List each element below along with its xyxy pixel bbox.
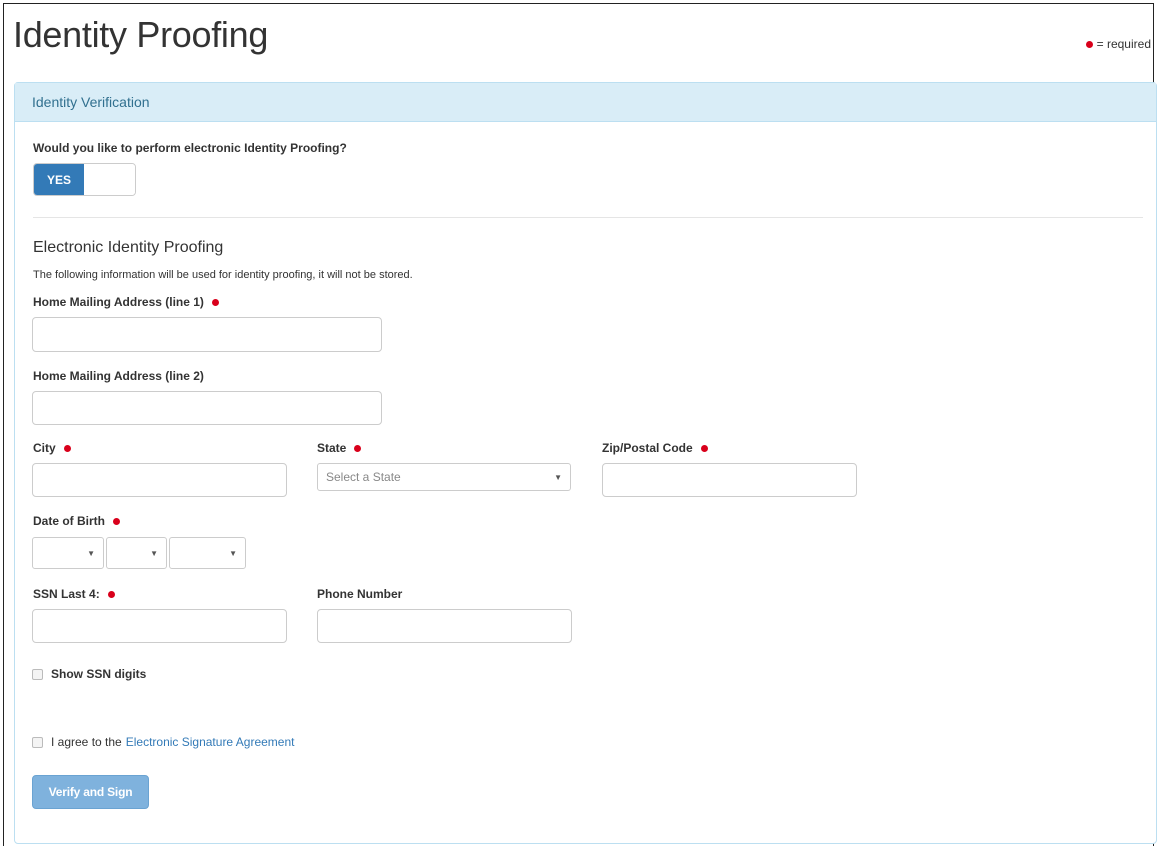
ssn-input[interactable]: [32, 609, 287, 643]
show-ssn-checkbox[interactable]: [32, 668, 43, 680]
state-label-text: State: [317, 441, 347, 455]
required-dot-icon: [700, 444, 708, 452]
identity-verification-panel: Identity Verification Would you like to …: [14, 82, 1157, 844]
phone-label: Phone Number: [317, 587, 402, 601]
dob-label: Date of Birth: [33, 514, 120, 528]
address2-label-text: Home Mailing Address (line 2): [33, 369, 204, 383]
verify-and-sign-button[interactable]: Verify and Sign: [32, 775, 149, 809]
city-label-text: City: [33, 441, 56, 455]
required-dot-icon: [107, 590, 115, 598]
state-select[interactable]: Select a State ▼: [317, 463, 571, 491]
required-dot-icon: [1085, 40, 1093, 48]
ssn-label-text: SSN Last 4:: [33, 587, 100, 601]
toggle-off-handle[interactable]: [84, 164, 135, 195]
divider: [33, 217, 1143, 218]
address1-label: Home Mailing Address (line 1): [33, 295, 219, 309]
city-input[interactable]: [32, 463, 287, 497]
agreement-checkbox[interactable]: [32, 736, 43, 748]
proofing-toggle[interactable]: YES: [33, 163, 136, 196]
section-title: Electronic Identity Proofing: [33, 239, 224, 256]
esignature-agreement-link[interactable]: Electronic Signature Agreement: [126, 735, 295, 749]
chevron-down-icon: ▼: [229, 548, 237, 558]
address1-input[interactable]: [32, 317, 382, 352]
dob-month-select[interactable]: ▼: [32, 537, 104, 569]
dob-day-select[interactable]: ▼: [106, 537, 167, 569]
page-title: Identity Proofing: [13, 14, 269, 55]
section-description: The following information will be used f…: [33, 269, 413, 281]
chevron-down-icon: ▼: [87, 548, 95, 558]
address1-label-text: Home Mailing Address (line 1): [33, 295, 204, 309]
show-ssn-row: Show SSN digits: [32, 667, 146, 681]
zip-label-text: Zip/Postal Code: [602, 441, 693, 455]
ssn-label: SSN Last 4:: [33, 587, 115, 601]
phone-input[interactable]: [317, 609, 572, 643]
panel-heading: Identity Verification: [15, 83, 1156, 122]
required-dot-icon: [63, 444, 71, 452]
address2-label: Home Mailing Address (line 2): [33, 369, 204, 383]
chevron-down-icon: ▼: [150, 548, 158, 558]
agreement-row: I agree to the Electronic Signature Agre…: [32, 735, 294, 749]
state-select-placeholder: Select a State: [326, 470, 401, 484]
required-dot-icon: [113, 517, 120, 525]
proofing-question: Would you like to perform electronic Ide…: [33, 141, 347, 155]
address2-input[interactable]: [32, 391, 382, 425]
state-label: State: [317, 441, 362, 455]
dob-label-text: Date of Birth: [33, 514, 105, 528]
toggle-yes[interactable]: YES: [34, 164, 84, 195]
zip-label: Zip/Postal Code: [602, 441, 708, 455]
show-ssn-label: Show SSN digits: [51, 667, 147, 681]
city-label: City: [33, 441, 71, 455]
required-legend-text: = required: [1096, 37, 1151, 51]
required-dot-icon: [354, 444, 362, 452]
chevron-down-icon: ▼: [554, 472, 562, 482]
zip-input[interactable]: [602, 463, 857, 497]
dob-year-select[interactable]: ▼: [169, 537, 246, 569]
agreement-prefix: I agree to the: [51, 735, 122, 749]
required-legend: = required: [1085, 37, 1151, 51]
phone-label-text: Phone Number: [317, 587, 403, 601]
required-dot-icon: [211, 298, 219, 306]
